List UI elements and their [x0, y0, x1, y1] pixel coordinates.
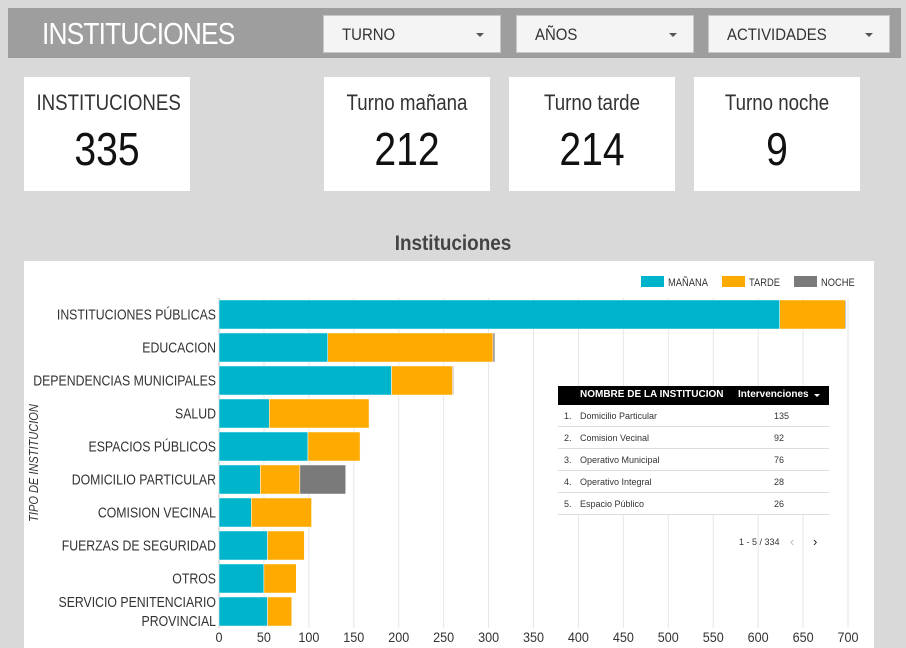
bar-segment-mañana: [218, 299, 780, 330]
pagination-info: 1 - 5 / 334: [739, 537, 780, 547]
legend-label-tarde: TARDE: [749, 277, 780, 289]
row-name: Comision Vecinal: [580, 433, 650, 443]
x-tick-label: 350: [523, 629, 544, 645]
row-name: Operativo Municipal: [580, 455, 660, 465]
row-name: Espacio Público: [580, 499, 645, 509]
row-index: 5.: [564, 499, 572, 509]
x-tick-label: 150: [343, 629, 364, 645]
bar-segment-mañana: [218, 431, 309, 462]
bar-segment-tarde: [391, 365, 453, 396]
column-header-interventions[interactable]: Intervenciones: [738, 389, 809, 400]
x-tick-label: 450: [613, 629, 634, 645]
bar-segment-mañana: [218, 563, 265, 594]
bar-segment-mañana: [218, 365, 392, 396]
x-tick-label: 700: [838, 629, 859, 645]
x-tick-label: 300: [478, 629, 499, 645]
table-row: 3. Operativo Municipal 76: [558, 449, 829, 471]
x-tick-label: 400: [568, 629, 589, 645]
category-label: COMISION VECINAL: [98, 504, 216, 520]
x-tick-label: 200: [388, 629, 409, 645]
row-name: Domicilio Particular: [580, 411, 658, 421]
bar-segment-tarde: [307, 431, 361, 462]
row-value: 26: [774, 499, 785, 509]
institutions-table: NOMBRE DE LA INSTITUCION Intervenciones …: [558, 386, 829, 515]
table-header: NOMBRE DE LA INSTITUCION Intervenciones: [558, 386, 829, 405]
bar-segment-tarde: [267, 530, 305, 561]
bar-segment-tarde: [251, 497, 312, 528]
row-value: 135: [774, 411, 790, 421]
sort-desc-icon[interactable]: [814, 394, 820, 397]
row-value: 92: [774, 433, 785, 443]
table-row: 2. Comision Vecinal 92: [558, 427, 829, 449]
bar-segment-tarde: [267, 596, 293, 627]
row-value: 76: [774, 455, 785, 465]
bar-segment-tarde: [260, 464, 301, 495]
table-row: 5. Espacio Público 26: [558, 493, 829, 515]
x-tick-label: 600: [748, 629, 769, 645]
bar-segment-tarde: [779, 299, 846, 330]
bar-segment-mañana: [218, 497, 252, 528]
bar-segment-noche: [845, 299, 847, 330]
category-label: ESPACIOS PÚBLICOS: [89, 437, 216, 454]
legend-label-mañana: MAÑANA: [668, 275, 708, 289]
bar-segment-tarde: [327, 332, 494, 363]
bar-segment-mañana: [218, 464, 261, 495]
category-label: EDUCACION: [142, 339, 216, 355]
legend-swatch-noche: [794, 276, 817, 287]
x-tick-label: 0: [215, 629, 222, 645]
row-index: 3.: [564, 455, 572, 465]
table-pagination: 1 - 5 / 334 ‹ ›: [558, 534, 829, 550]
category-label: OTROS: [172, 570, 216, 586]
bar-segment-tarde: [263, 563, 297, 594]
category-label: PROVINCIAL: [142, 613, 217, 629]
x-tick-label: 50: [257, 629, 271, 645]
bar-segment-mañana: [218, 596, 268, 627]
bar-segment-noche: [452, 365, 454, 396]
bar-segment-noche: [299, 464, 346, 495]
legend-swatch-tarde: [722, 276, 745, 287]
row-index: 4.: [564, 477, 572, 487]
category-label: INSTITUCIONES PÚBLICAS: [57, 305, 216, 322]
x-tick-label: 250: [433, 629, 454, 645]
y-axis-title: TIPO DE INSTITUCION: [26, 404, 41, 522]
column-header-name: NOMBRE DE LA INSTITUCION: [580, 389, 724, 400]
legend-swatch-mañana: [641, 276, 664, 287]
category-label: SALUD: [175, 405, 216, 421]
x-tick-label: 550: [703, 629, 724, 645]
row-index: 1.: [564, 411, 572, 421]
bar-segment-noche: [492, 332, 496, 363]
chevron-right-icon[interactable]: ›: [813, 534, 817, 549]
row-index: 2.: [564, 433, 572, 443]
category-label: DEPENDENCIAS MUNICIPALES: [33, 372, 216, 388]
bar-segment-tarde: [269, 398, 370, 429]
row-value: 28: [774, 477, 785, 487]
x-tick-label: 650: [793, 629, 814, 645]
table-row: 1. Domicilio Particular 135: [558, 405, 829, 427]
bar-segment-mañana: [218, 398, 270, 429]
x-tick-label: 100: [298, 629, 319, 645]
row-name: Operativo Integral: [580, 477, 652, 487]
category-label: SERVICIO PENITENCIARIO: [58, 594, 216, 610]
table-row: 4. Operativo Integral 28: [558, 471, 829, 493]
legend-label-noche: NOCHE: [821, 277, 855, 289]
stacked-bar-chart: 0 50 100 150 200 250 300 350 400 450 500 550 600 650 7…: [26, 275, 859, 645]
category-label: DOMICILIO PARTICULAR: [72, 471, 216, 487]
x-tick-label: 500: [658, 629, 679, 645]
category-label: FUERZAS DE SEGURIDAD: [62, 537, 216, 553]
chevron-left-icon[interactable]: ‹: [790, 534, 794, 549]
bar-segment-mañana: [218, 332, 328, 363]
bar-segment-mañana: [218, 530, 268, 561]
